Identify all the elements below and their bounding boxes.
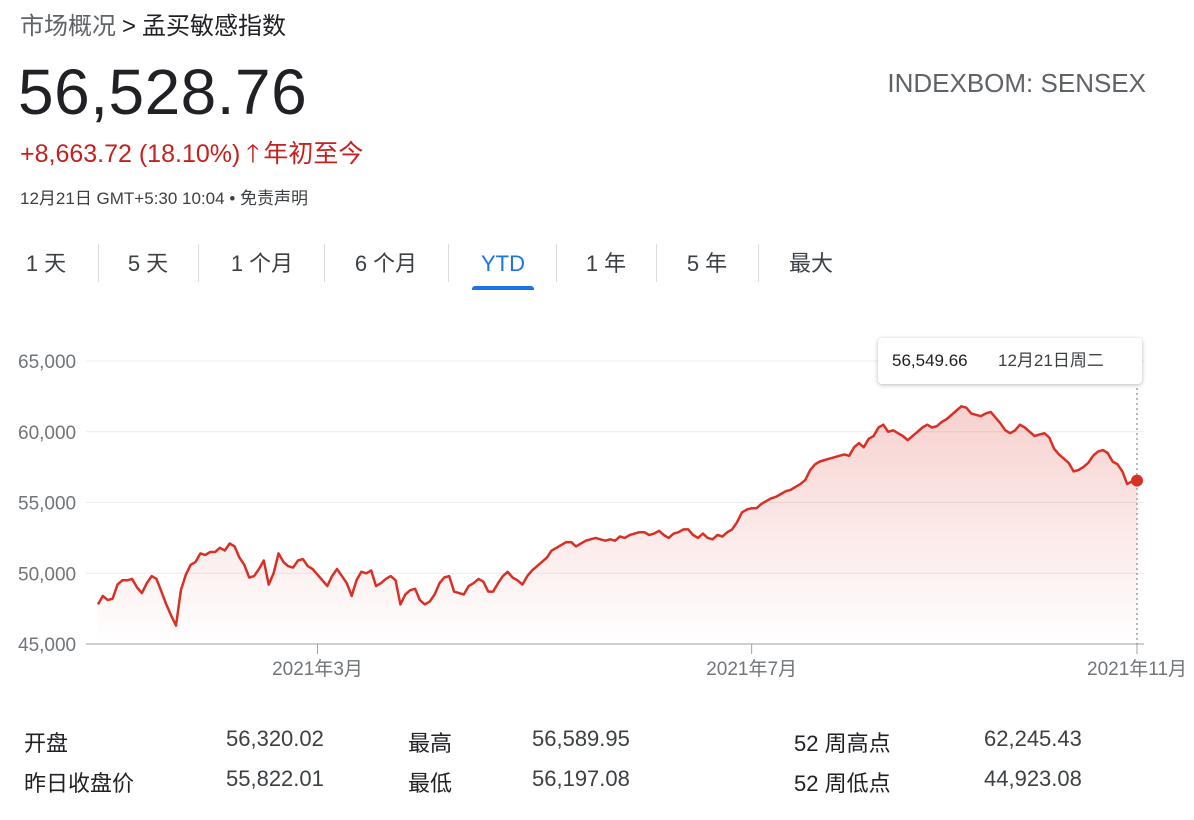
price-change: +8,663.72 (18.10%) 🡑 年初至今	[20, 134, 363, 178]
y-tick-label: 55,000	[18, 494, 76, 515]
tab-ytd[interactable]: YTD	[472, 240, 534, 290]
stat-value-prev-close: 55,822.01	[226, 766, 324, 791]
stat-value-52wk-low: 44,923.08	[984, 766, 1082, 791]
tab-5-year[interactable]: 5 年	[678, 240, 736, 288]
x-tick-label: 2021年3月	[272, 658, 363, 680]
last-point-marker	[1131, 474, 1143, 487]
breadcrumb: 市场概况 > 孟买敏感指数	[20, 6, 286, 41]
tooltip-date: 12月21日周二	[998, 351, 1104, 370]
hover-tooltip: 56,549.66 12月21日周二	[878, 338, 1142, 384]
stat-label-open: 开盘	[24, 731, 69, 756]
tab-1-month[interactable]: 1 个月	[222, 240, 302, 288]
stat-value-52wk-high: 62,245.43	[984, 726, 1082, 751]
range-tabs: 1 天 5 天 1 个月 6 个月 YTD 1 年 5 年 最大	[0, 240, 900, 290]
disclaimer-link[interactable]: 免责声明	[240, 189, 308, 208]
tab-divider	[98, 244, 99, 282]
y-tick-label: 60,000	[18, 423, 76, 444]
stat-value-open: 56,320.02	[226, 726, 324, 751]
x-tick-label: 2021年7月	[706, 658, 797, 680]
quote-meta: 12月21日 GMT+5:30 10:04 • 免责声明	[20, 184, 308, 209]
tab-divider	[656, 244, 657, 282]
bullet-separator: •	[229, 189, 236, 208]
chart-area	[98, 406, 1137, 644]
tab-6-month[interactable]: 6 个月	[346, 240, 426, 288]
tab-5-day[interactable]: 5 天	[118, 240, 178, 288]
ticker-symbol: INDEXBOM: SENSEX	[887, 68, 1146, 98]
stat-label-52wk-low: 52 周低点	[794, 771, 891, 796]
y-tick-label: 50,000	[18, 564, 76, 585]
breadcrumb-parent-link[interactable]: 市场概况	[20, 13, 116, 40]
stat-value-low: 56,197.08	[532, 766, 630, 791]
change-period: 年初至今	[263, 140, 364, 168]
breadcrumb-current: 孟买敏感指数	[142, 13, 287, 40]
stat-label-52wk-high: 52 周高点	[794, 731, 891, 756]
y-axis: 45,000 50,000 55,000 60,000 65,000	[18, 352, 76, 656]
y-tick-label: 65,000	[18, 352, 76, 373]
tab-max[interactable]: 最大	[780, 240, 842, 288]
x-axis: 2021年3月 2021年7月 2021年11月	[272, 644, 1187, 680]
x-tick-label: 2021年11月	[1087, 658, 1187, 680]
tab-1-day[interactable]: 1 天	[16, 240, 76, 288]
tab-divider	[324, 244, 325, 282]
arrow-up-icon: 🡑	[246, 140, 260, 168]
stat-label-high: 最高	[408, 731, 453, 756]
timestamp: 12月21日 GMT+5:30 10:04	[20, 189, 225, 208]
stat-label-prev-close: 昨日收盘价	[24, 771, 135, 796]
tooltip-value: 56,549.66	[892, 351, 968, 370]
stat-label-low: 最低	[408, 771, 453, 796]
tab-divider	[556, 244, 557, 282]
y-tick-label: 45,000	[18, 635, 76, 656]
breadcrumb-separator: >	[122, 13, 137, 40]
change-value: +8,663.72 (18.10%)	[20, 140, 241, 168]
tab-divider	[198, 244, 199, 282]
tab-1-year[interactable]: 1 年	[578, 240, 634, 288]
stat-value-high: 56,589.95	[532, 726, 630, 751]
tab-divider	[758, 244, 759, 282]
index-price: 56,528.76	[18, 56, 308, 128]
tab-divider	[448, 244, 449, 282]
